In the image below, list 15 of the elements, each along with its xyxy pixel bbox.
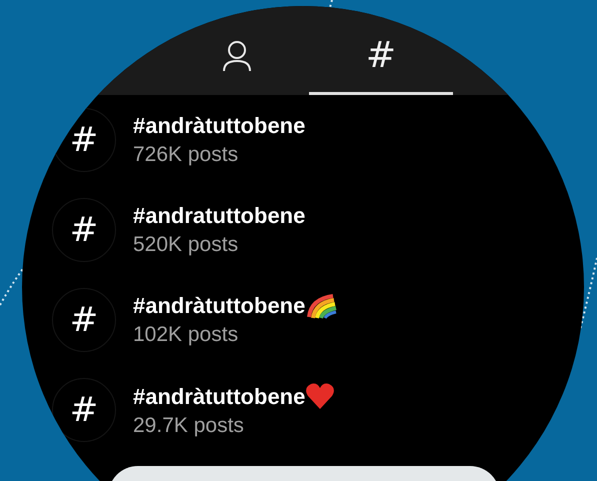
hashtag-name[interactable]: #andràtuttobene: [133, 384, 306, 410]
post-count: 102K posts: [133, 323, 240, 347]
hashtag-name[interactable]: #andràtuttobene: [133, 113, 306, 139]
hashtag-name[interactable]: #andratuttobene: [133, 203, 306, 229]
heart-icon: [305, 382, 336, 410]
post-count: 726K posts: [133, 143, 240, 167]
person-icon: [222, 40, 252, 72]
hashtag-avatar: #: [52, 378, 116, 442]
hashtag-avatar: #: [52, 288, 116, 352]
hashtag-name[interactable]: #andràtuttobene: [133, 293, 306, 319]
rainbow-icon: [305, 293, 338, 319]
tags-tab[interactable]: #: [309, 27, 453, 95]
post-count: 520K posts: [133, 233, 240, 257]
hashtag-avatar: #: [52, 198, 116, 262]
post-count: 29.7K posts: [133, 414, 245, 438]
